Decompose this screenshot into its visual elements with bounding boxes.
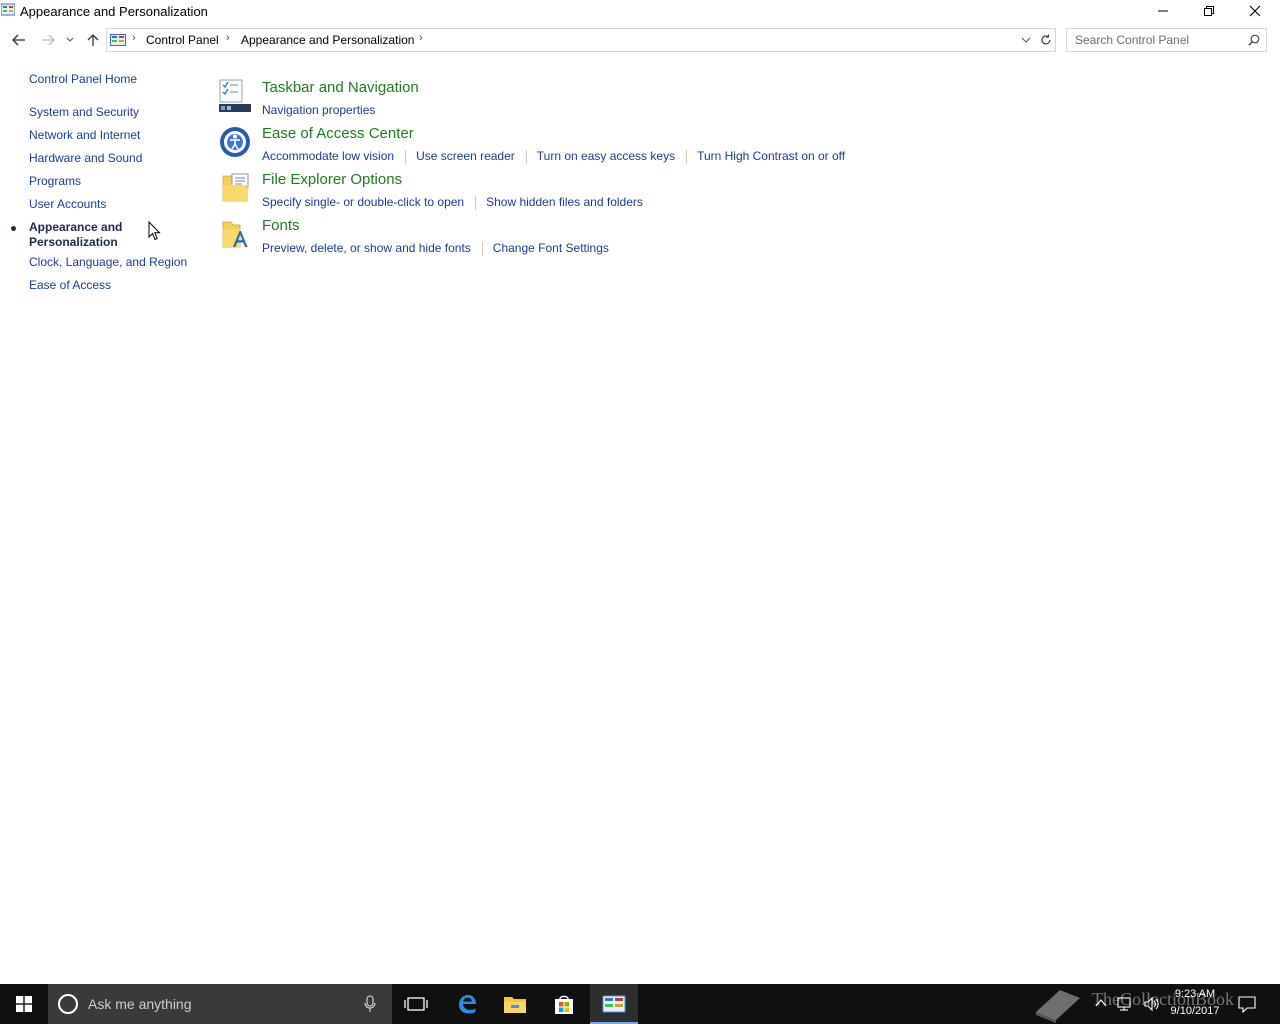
folder-icon [504,997,526,1013]
microphone-icon[interactable] [363,995,377,1013]
network-icon[interactable] [1117,996,1135,1012]
clock-time[interactable]: 9:23 AM [1160,988,1230,1000]
breadcrumb-appearance[interactable]: Appearance and Personalization [241,33,414,47]
book-logo-icon [1036,990,1080,1023]
task-view-button[interactable] [392,984,440,1024]
show-hidden-icons-icon[interactable] [1095,996,1107,1010]
forward-button[interactable] [37,28,59,52]
control-panel-icon [602,995,626,1013]
taskbar-navigation-links: Navigation properties [262,103,375,117]
close-button[interactable] [1232,0,1278,22]
edge-taskbar-button[interactable] [443,984,491,1024]
breadcrumb-control-panel[interactable]: Control Panel [146,33,219,47]
sidebar-item-user-accounts[interactable]: User Accounts [29,197,106,211]
volume-icon[interactable] [1143,996,1161,1012]
address-bar[interactable]: › Control Panel › Appearance and Persona… [106,28,1038,52]
chevron-down-icon [66,37,74,42]
preview-delete-fonts-link[interactable]: Preview, delete, or show and hide fonts [262,241,471,255]
breadcrumb-separator-icon[interactable]: › [226,32,230,44]
control-panel-app-icon [1,3,15,16]
change-font-settings-link[interactable]: Change Font Settings [493,241,609,255]
navigation-bar: › Control Panel › Appearance and Persona… [0,28,1280,52]
windows-logo-icon [16,996,32,1012]
restore-icon [1204,6,1214,16]
taskbar: Ask me anything TheCollectionBook 9:23 A… [0,984,1280,1024]
sidebar-item-programs[interactable]: Programs [29,174,81,188]
clock-date[interactable]: 9/10/2017 [1160,1005,1230,1017]
start-button[interactable] [0,984,48,1024]
refresh-icon [1040,34,1051,45]
sidebar-item-ease-of-access[interactable]: Ease of Access [29,278,111,292]
search-box[interactable]: Search Control Panel [1066,28,1267,52]
minimize-button[interactable] [1140,0,1186,22]
current-item-bullet [11,226,16,231]
search-icon[interactable] [1248,34,1260,46]
breadcrumb-separator-icon[interactable]: › [132,32,136,44]
store-icon [555,995,573,1014]
window-title: Appearance and Personalization [20,4,208,19]
up-arrow-icon [87,34,99,46]
link-divider [525,149,527,164]
navigation-properties-link[interactable]: Navigation properties [262,103,375,117]
link-divider [405,149,407,164]
use-screen-reader-link[interactable]: Use screen reader [416,149,515,163]
mouse-cursor-icon [148,221,161,241]
cortana-icon [58,994,78,1014]
control-panel-home-link[interactable]: Control Panel Home [29,72,137,86]
search-placeholder: Search Control Panel [1075,33,1190,47]
accommodate-low-vision-link[interactable]: Accommodate low vision [262,149,394,163]
back-button[interactable] [8,28,30,52]
restore-button[interactable] [1186,0,1232,22]
link-divider [481,241,483,256]
cortana-search-box[interactable]: Ask me anything [48,984,392,1024]
show-hidden-files-link[interactable]: Show hidden files and folders [486,195,643,209]
close-icon [1249,5,1261,17]
fonts-title[interactable]: Fonts [262,217,300,234]
cortana-search-text: Ask me anything [88,996,192,1012]
recent-locations-button[interactable] [62,28,78,52]
link-divider [686,149,688,164]
taskbar-icon [219,79,251,112]
sidebar-item-network-and-internet[interactable]: Network and Internet [29,128,140,142]
title-bar: Appearance and Personalization [0,0,1280,24]
store-taskbar-button[interactable] [540,984,588,1024]
sidebar-item-hardware-and-sound[interactable]: Hardware and Sound [29,151,142,165]
sidebar-item-clock-language-region[interactable]: Clock, Language, and Region [29,255,187,269]
fonts-links: Preview, delete, or show and hide fonts C… [262,241,609,256]
control-panel-taskbar-button[interactable] [590,984,638,1024]
single-double-click-link[interactable]: Specify single- or double-click to open [262,195,464,209]
task-view-icon [404,997,428,1011]
up-button[interactable] [82,28,104,52]
forward-arrow-icon [42,34,55,46]
refresh-button[interactable] [1036,28,1056,52]
folder-options-icon [222,173,249,202]
address-history-button[interactable] [1019,33,1033,47]
control-panel-icon [110,34,126,46]
sidebar-item-appearance-current: Appearance and Personalization [29,220,123,249]
file-explorer-options-title[interactable]: File Explorer Options [262,171,402,188]
fonts-icon [222,221,248,248]
breadcrumb-separator-icon[interactable]: › [419,32,423,44]
link-divider [475,195,477,210]
taskbar-navigation-title[interactable]: Taskbar and Navigation [262,79,419,96]
turn-on-easy-access-keys-link[interactable]: Turn on easy access keys [537,149,675,163]
chevron-down-icon [1021,37,1031,43]
minimize-icon [1158,10,1168,12]
action-center-icon[interactable] [1238,995,1256,1013]
ease-of-access-center-title[interactable]: Ease of Access Center [262,125,414,142]
sidebar-item-system-and-security[interactable]: System and Security [29,105,139,119]
ease-of-access-icon [220,127,250,157]
edge-icon [459,995,476,1014]
back-arrow-icon [12,34,25,46]
file-explorer-taskbar-button[interactable] [491,984,539,1024]
file-explorer-options-links: Specify single- or double-click to open S… [262,195,643,210]
ease-of-access-links: Accommodate low vision Use screen reader T… [262,149,845,164]
turn-high-contrast-link[interactable]: Turn High Contrast on or off [697,149,845,163]
